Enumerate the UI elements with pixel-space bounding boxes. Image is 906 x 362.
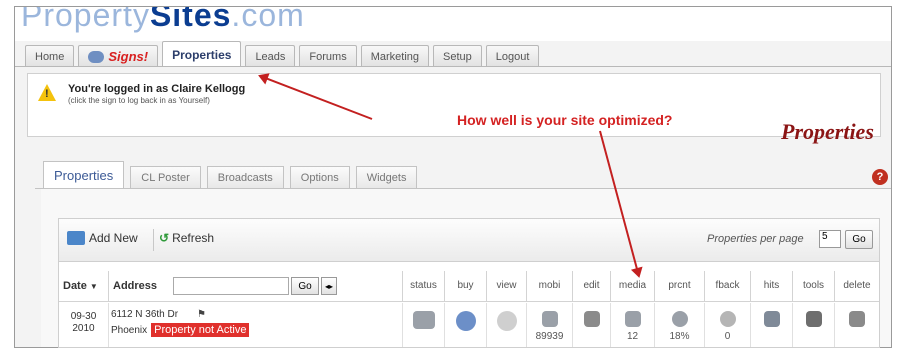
column-header-buy: buy	[445, 271, 487, 301]
logo-strip: PropertySites.com	[15, 7, 891, 41]
tab-marketing[interactable]: Marketing	[360, 45, 429, 67]
column-header-date[interactable]: Date ▼	[59, 271, 109, 301]
row-delete-cell	[835, 303, 879, 347]
warning-mark: !	[45, 88, 49, 100]
row-divider	[59, 301, 879, 302]
fback-count: 0	[724, 331, 731, 342]
tab-divider	[15, 66, 891, 67]
tab-leads[interactable]: Leads	[245, 45, 296, 67]
map-pin-icon[interactable]: ⚑	[197, 309, 206, 320]
toolbar-separator	[153, 229, 154, 251]
logo-part-2: Sites	[149, 6, 232, 33]
column-header-status: status	[403, 271, 445, 301]
row-address-city-line: Phoenix Property not Active	[111, 323, 250, 337]
row-date-year: 2010	[72, 323, 95, 334]
address-filter-input[interactable]	[173, 277, 289, 295]
add-new-button[interactable]: Add New	[67, 231, 138, 245]
row-hits-cell	[751, 303, 793, 347]
buy-icon[interactable]	[455, 311, 476, 331]
column-header-prcnt: prcnt	[655, 271, 705, 301]
row-date-month-day: 09-30	[70, 311, 97, 322]
row-buy-cell	[445, 303, 487, 347]
tab-home[interactable]: Home	[25, 45, 75, 67]
tab-setup[interactable]: Setup	[433, 45, 482, 67]
subtab-broadcasts[interactable]: Broadcasts	[206, 166, 284, 188]
subtab-cl-poster[interactable]: CL Poster	[130, 166, 201, 188]
tab-signs-label: Signs!	[108, 48, 149, 64]
subtab-options[interactable]: Options	[289, 166, 350, 188]
subtab-widgets[interactable]: Widgets	[355, 166, 418, 188]
trash-icon[interactable]	[849, 311, 865, 327]
sort-down-icon: ▼	[89, 282, 98, 291]
row-view-cell	[487, 303, 527, 347]
annotation-callout: How well is your site optimized?	[457, 112, 673, 128]
row-tools-cell	[793, 303, 835, 347]
optimization-gauge-icon[interactable]	[671, 311, 688, 327]
row-status-cell	[403, 303, 445, 347]
column-header-hits: hits	[751, 271, 793, 301]
tab-properties[interactable]: Properties	[162, 41, 242, 67]
add-new-label: Add New	[89, 231, 138, 245]
view-eyes-icon[interactable]	[496, 311, 517, 331]
per-page-input[interactable]: 5	[819, 230, 841, 248]
column-header-mobi: mobi	[527, 271, 573, 301]
address-toggle-icon[interactable]: ◂▸	[321, 277, 337, 295]
row-mobi-cell: 89939	[527, 303, 573, 347]
column-header-fback: fback	[705, 271, 751, 301]
properties-grid: Add New ↺ Refresh Properties per page 5 …	[58, 218, 880, 348]
help-icon[interactable]: ?	[872, 169, 888, 185]
column-header-edit: edit	[573, 271, 611, 301]
add-new-icon	[67, 231, 85, 245]
main-nav-tabs: Home Signs! Properties Leads Forums Mark…	[25, 41, 540, 67]
mobi-count: 89939	[535, 331, 564, 342]
tab-forums[interactable]: Forums	[299, 45, 357, 67]
address-go-button[interactable]: Go	[291, 277, 319, 295]
row-address-street[interactable]: 6112 N 36th Dr	[111, 309, 178, 320]
sub-nav-tabs: Properties CL Poster Broadcasts Options …	[43, 161, 418, 188]
refresh-label: Refresh	[172, 231, 215, 245]
grid-toolbar: Add New ↺ Refresh Properties per page 5 …	[59, 219, 879, 262]
media-icon[interactable]	[624, 311, 641, 327]
magnifier-icon[interactable]	[719, 311, 736, 327]
tab-signs[interactable]: Signs!	[78, 45, 159, 67]
row-edit-cell	[573, 303, 611, 347]
column-header-view: view	[487, 271, 527, 301]
status-badge: Property not Active	[151, 323, 250, 337]
row-media-cell: 12	[611, 303, 655, 347]
login-notice: ! You're logged in as Claire Kellogg (cl…	[27, 73, 881, 137]
row-prcnt-cell: 18%	[655, 303, 705, 347]
logo-part-1: Property	[21, 6, 150, 33]
login-message: You're logged in as Claire Kellogg	[68, 83, 246, 95]
refresh-icon: ↺	[159, 231, 170, 245]
column-header-tools: tools	[793, 271, 835, 301]
status-icon[interactable]	[412, 311, 435, 329]
column-header-date-label: Date	[63, 280, 87, 292]
row-date: 09-30 2010	[59, 303, 109, 347]
edit-pencil-icon[interactable]	[583, 311, 600, 327]
tab-logout[interactable]: Logout	[485, 45, 540, 67]
refresh-button[interactable]: ↺ Refresh	[159, 231, 214, 245]
logo-part-3: .com	[231, 6, 305, 33]
site-logo[interactable]: PropertySites.com	[21, 6, 305, 34]
per-page-go-button[interactable]: Go	[845, 230, 873, 249]
row-city: Phoenix	[111, 324, 148, 336]
login-hint: (click the sign to log back in as Yourse…	[68, 96, 210, 105]
prcnt-value: 18%	[669, 331, 690, 342]
per-page-label: Properties per page	[707, 233, 804, 245]
mobile-icon[interactable]	[541, 311, 558, 327]
bar-chart-icon[interactable]	[763, 311, 780, 327]
media-count: 12	[626, 331, 639, 342]
subtab-properties[interactable]: Properties	[43, 161, 125, 188]
page-title: Properties	[781, 119, 874, 144]
row-fback-cell: 0	[705, 303, 751, 347]
column-header-delete: delete	[843, 280, 871, 291]
signs-icon	[88, 50, 105, 63]
tools-icon[interactable]	[805, 311, 822, 327]
